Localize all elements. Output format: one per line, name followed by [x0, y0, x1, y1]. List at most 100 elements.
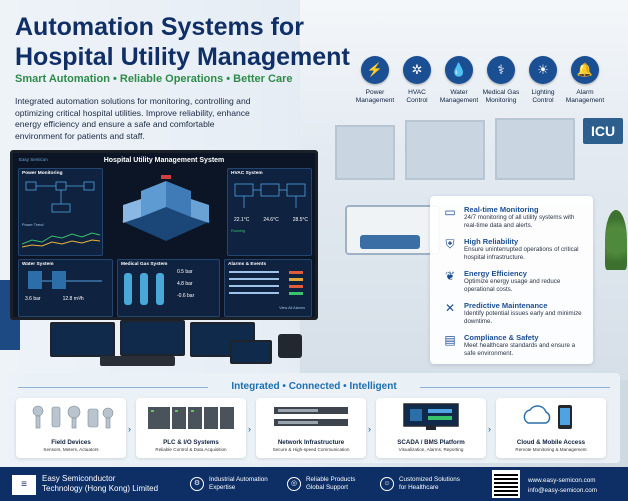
category-row: ⚡ Power Management ✲ HVAC Control 💧 Wate… [355, 56, 607, 105]
qr-code [492, 470, 520, 498]
footer-item-line-1: Customized Solutions [399, 476, 460, 483]
company-name-line-1: Easy Semiconductor [42, 474, 116, 483]
alarm-bell-icon: 🔔 [571, 56, 599, 84]
keyboard [100, 356, 175, 366]
gas-cylinders-icon [124, 273, 164, 305]
features-panel: ▭ Real-time Monitoring 24/7 monitoring o… [430, 196, 593, 364]
feature-item: ⛨ High Reliability Ensure uninterrupted … [442, 237, 582, 261]
category-power: ⚡ Power Management [355, 56, 395, 105]
website-link[interactable]: www.easy-semicon.com [528, 476, 597, 486]
component-desc: Sensors, Meters, Actuators [43, 447, 99, 452]
feature-item: ▤ Compliance & Safety Meet healthcare st… [442, 333, 582, 357]
feature-title: Energy Efficiency [464, 269, 527, 278]
feature-desc: Meet healthcare standards and ensure a s… [464, 342, 576, 357]
component-desc: Remote Monitoring & Management [515, 447, 587, 452]
feature-desc: 24/7 monitoring of all utility systems w… [464, 214, 575, 229]
hvac-status: Running [231, 229, 246, 233]
contact-info: www.easy-semicon.com info@easy-semicon.c… [528, 476, 597, 496]
footer-item-line-2: Expertise [209, 484, 236, 491]
component-name: Field Devices [51, 439, 91, 446]
category-label: Water Management [439, 89, 479, 104]
footer: ≡ Easy Semiconductor Technology (Hong Ko… [0, 467, 628, 501]
category-medical-gas: ⚕ Medical Gas Monitoring [481, 56, 521, 105]
power-icon: ⚡ [361, 56, 389, 84]
small-monitor-1 [50, 322, 115, 357]
page-title: Automation Systems for Hospital Utility … [15, 12, 350, 72]
power-diagram-icon [25, 181, 95, 213]
footer-item: ⚙ Industrial Automation Expertise [190, 476, 268, 492]
company-logo: ≡ [12, 475, 36, 495]
user-group-icon: ☺ [380, 477, 394, 491]
view-all-alarms-link[interactable]: View All Alarms [225, 306, 311, 311]
footer-item-line-1: Industrial Automation [209, 476, 268, 483]
panel-title: Water System [22, 262, 54, 267]
chevron-right-icon: › [368, 424, 371, 434]
email-link[interactable]: info@easy-semicon.com [528, 486, 597, 496]
component-name: Cloud & Mobile Access [516, 439, 586, 446]
chevron-right-icon: › [488, 424, 491, 434]
tablet [230, 340, 272, 364]
hospital-building-icon [121, 175, 211, 241]
gas-cylinder-icon: ⚕ [487, 56, 515, 84]
component-field-devices: Field Devices Sensors, Meters, Actuators [16, 398, 126, 458]
component-scada: SCADA / BMS Platform Visualization, Alar… [376, 398, 486, 458]
hvac-panel[interactable]: HVAC System 22.1°C 24.6°C 28.5°C Running [227, 168, 312, 256]
hvac-reading-2: 24.6°C [263, 217, 279, 223]
feature-item: ▭ Real-time Monitoring 24/7 monitoring o… [442, 205, 582, 229]
category-lighting: ☀ Lighting Control [523, 56, 563, 105]
footer-item: ◎ Reliable Products Global Support [287, 476, 355, 492]
water-readings: 3.6 bar 12.8 m³/h [19, 296, 112, 302]
title-line-1: Automation Systems for [15, 13, 304, 41]
component-desc: Reliable Control & Data Acquisition [155, 447, 227, 452]
background-window [335, 125, 395, 180]
alarms-events-panel[interactable]: Alarms & Events View All Alarms [224, 259, 312, 317]
feature-desc: Identify potential issues early and mini… [464, 310, 582, 325]
category-alarm: 🔔 Alarm Management [565, 56, 605, 105]
gear-icon: ⚙ [190, 477, 204, 491]
hvac-diagram-icon [234, 183, 306, 208]
water-reading-2: 12.8 m³/h [62, 296, 84, 302]
feature-desc: Optimize energy usage and reduce operati… [464, 278, 561, 293]
company-name: Easy Semiconductor Technology (Hong Kong… [42, 474, 158, 494]
background-window [495, 118, 575, 180]
light-bulb-icon: ☀ [529, 56, 557, 84]
company-name-line-2: Technology (Hong Kong) Limited [42, 484, 159, 493]
component-name: Network Infrastructure [277, 439, 345, 446]
panel-title: Medical Gas System [121, 262, 168, 267]
scada-screen-icon [403, 403, 459, 430]
water-system-panel[interactable]: Water System 3.6 bar 12.8 m³/h [18, 259, 113, 317]
component-desc: Secure & High-speed Communication [272, 447, 350, 452]
water-drop-icon: 💧 [445, 56, 473, 84]
power-monitoring-panel[interactable]: Power Monitoring Power Trend [18, 168, 103, 256]
alarm-list-icon [229, 271, 303, 295]
network-switch-icon [274, 407, 348, 426]
water-tank-icon [28, 271, 102, 289]
medical-gas-panel[interactable]: Medical Gas System 0.5 bar 4.8 bar -0.6 … [117, 259, 220, 317]
panel-title: HVAC System [231, 171, 263, 176]
plc-io-icon [148, 407, 234, 429]
gas-readings: 0.5 bar 4.8 bar -0.6 bar [174, 269, 197, 309]
intro-text: Integrated automation solutions for moni… [15, 96, 251, 141]
main-monitor: Easy Semicon Hospital Utility Management… [10, 150, 318, 320]
footer-item-line-2: Global Support [306, 484, 349, 491]
chevron-right-icon: › [128, 424, 131, 434]
gas-reading-1: 0.5 bar [177, 269, 193, 275]
chevron-right-icon: › [248, 424, 251, 434]
fan-icon: ✲ [403, 56, 431, 84]
footer-item-line-1: Reliable Products [306, 476, 356, 483]
tagline: Smart Automation • Reliable Operations •… [15, 73, 293, 85]
wrench-icon: ✕ [444, 301, 456, 315]
small-monitor-2 [120, 320, 185, 356]
category-label: Power Management [355, 89, 395, 104]
category-label: Medical Gas Monitoring [482, 89, 520, 104]
icu-sign: ICU [583, 118, 623, 144]
leaf-icon: ❦ [444, 269, 456, 283]
panel-title: Alarms & Events [228, 262, 267, 267]
feature-title: High Reliability [464, 237, 519, 246]
shield-check-icon: ⛨ [445, 237, 455, 251]
footer-item: ☺ Customized Solutions for Healthcare [380, 476, 460, 492]
globe-icon: ◎ [287, 477, 301, 491]
category-water: 💧 Water Management [439, 56, 479, 105]
component-desc: Visualization, Alarms, Reporting [398, 447, 464, 452]
feature-title: Predictive Maintenance [464, 301, 548, 310]
